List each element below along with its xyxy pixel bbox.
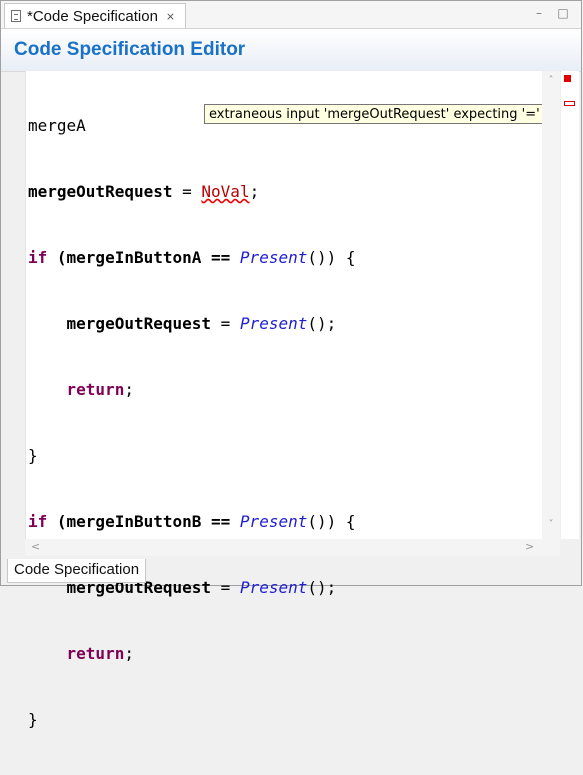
keyword-token: return — [66, 380, 125, 399]
scroll-down-icon[interactable]: ˅ — [545, 519, 557, 531]
minimize-button[interactable]: – — [531, 5, 547, 21]
error-marker[interactable] — [564, 101, 575, 106]
error-status-icon[interactable] — [564, 75, 571, 82]
code-line: } — [28, 445, 356, 467]
code-token: (mergeInButtonB == — [47, 512, 240, 531]
code-token: ; — [249, 182, 260, 201]
editor-view: *Code Specification ⨯ – □ Code Specifica… — [0, 0, 582, 729]
code-token: } — [28, 446, 38, 465]
code-token: = — [211, 314, 240, 333]
code-line: } — [28, 709, 356, 731]
tab-code-specification[interactable]: *Code Specification ⨯ — [4, 3, 186, 28]
horizontal-scrollbar[interactable]: < > — [25, 539, 560, 556]
method-token: Present — [239, 512, 308, 531]
editor-header: Code Specification Editor — [1, 29, 581, 72]
code-token: = — [211, 578, 240, 597]
scroll-left-icon[interactable]: < — [31, 540, 40, 553]
code-text[interactable]: mergeA mergeOutRequest = NoVal; if (merg… — [28, 71, 356, 775]
code-token: = — [172, 182, 202, 201]
code-token: (mergeInButtonA == — [47, 248, 240, 267]
scroll-right-icon[interactable]: > — [525, 540, 534, 553]
close-icon[interactable]: ⨯ — [166, 10, 175, 23]
code-editor[interactable]: mergeA mergeOutRequest = NoVal; if (merg… — [25, 71, 543, 729]
file-icon — [11, 10, 21, 22]
code-token: mergeOutRequest — [28, 182, 173, 201]
method-token: Present — [239, 578, 308, 597]
code-line: if (mergeInButtonA == Present()) { — [28, 247, 356, 269]
keyword-token: return — [66, 644, 125, 663]
code-line: return; — [28, 643, 356, 665]
code-token: mergeOutRequest — [28, 314, 212, 333]
code-line: mergeOutRequest = NoVal; — [28, 181, 356, 203]
keyword-token: if — [28, 512, 48, 531]
page-title: Code Specification Editor — [14, 39, 246, 60]
keyword-token: if — [28, 248, 48, 267]
code-line: return; — [28, 379, 356, 401]
code-token: mergeA — [28, 116, 86, 135]
tab-bar: *Code Specification ⨯ – □ — [1, 1, 581, 29]
code-token: ()) { — [307, 248, 356, 267]
code-token: (); — [307, 578, 337, 597]
code-line: mergeOutRequest = Present(); — [28, 313, 356, 335]
maximize-button[interactable]: □ — [555, 5, 571, 21]
code-token: ; — [124, 380, 134, 399]
method-token: Present — [239, 314, 308, 333]
tab-code-specification-page[interactable]: Code Specification — [7, 559, 147, 583]
code-token: ()) { — [307, 512, 356, 531]
method-token: Present — [239, 248, 308, 267]
code-token: } — [28, 710, 38, 729]
code-line: if (mergeInButtonB == Present()) { — [28, 511, 356, 533]
error-token: NoVal — [201, 182, 250, 201]
overview-ruler[interactable] — [561, 71, 579, 539]
tab-title: *Code Specification — [27, 7, 158, 25]
code-token: (); — [307, 314, 337, 333]
vertical-scrollbar[interactable]: ˄ ˅ — [542, 71, 560, 539]
code-token: ; — [124, 644, 134, 663]
error-tooltip: extraneous input 'mergeOutRequest' expec… — [204, 104, 545, 124]
scroll-up-icon[interactable]: ˄ — [545, 75, 557, 87]
